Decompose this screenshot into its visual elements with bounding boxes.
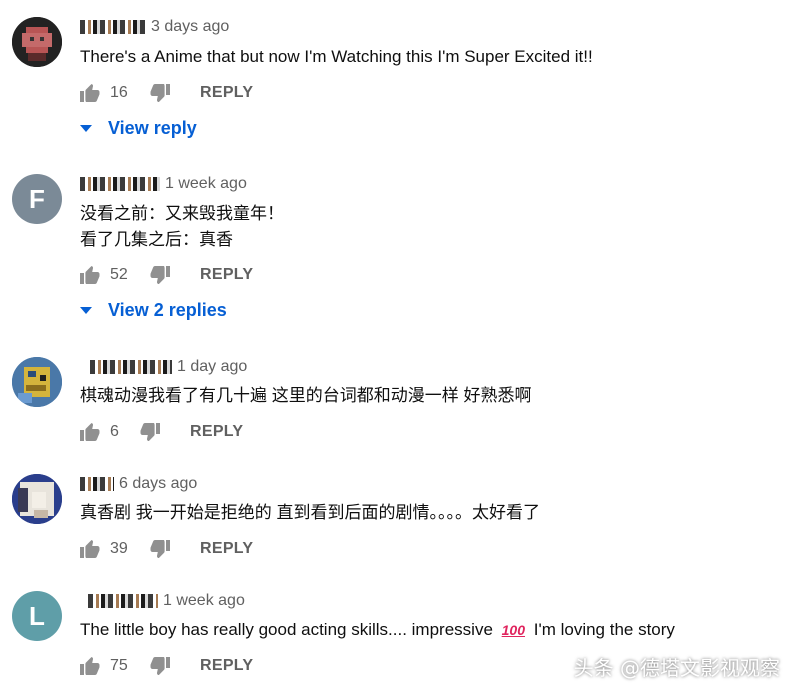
thumbs-up-icon[interactable] xyxy=(80,657,100,675)
comment-timestamp[interactable]: 1 day ago xyxy=(177,358,247,376)
thumbs-down-icon[interactable] xyxy=(150,540,170,558)
avatar[interactable]: L xyxy=(12,591,62,641)
like-count: 39 xyxy=(110,540,128,557)
author-name-redacted[interactable] xyxy=(80,20,146,34)
comment-actions: 6 REPLY xyxy=(80,420,243,444)
comment-timestamp[interactable]: 1 week ago xyxy=(163,592,245,610)
reply-button[interactable]: REPLY xyxy=(200,540,253,558)
watermark: 头条 @德塔文影视观察 xyxy=(573,656,780,680)
thumbs-up-icon[interactable] xyxy=(80,423,100,441)
avatar[interactable] xyxy=(12,17,62,67)
like-count: 52 xyxy=(110,266,128,283)
reply-button[interactable]: REPLY xyxy=(200,657,253,675)
thumbs-down-icon[interactable] xyxy=(150,84,170,102)
author-name-redacted[interactable] xyxy=(80,477,114,491)
like-count: 16 xyxy=(110,84,128,101)
avatar[interactable]: F xyxy=(12,174,62,224)
reply-button[interactable]: REPLY xyxy=(190,423,243,441)
pixel-avatar-icon xyxy=(12,357,62,407)
reply-button[interactable]: REPLY xyxy=(200,266,253,284)
hundred-points-emoji-icon: 100 xyxy=(501,622,525,638)
thumbs-up-icon[interactable] xyxy=(80,540,100,558)
avatar[interactable] xyxy=(12,357,62,407)
comment-timestamp[interactable]: 1 week ago xyxy=(165,175,247,193)
like-count: 6 xyxy=(110,423,119,440)
view-replies-label: View 2 replies xyxy=(108,300,227,320)
thumbs-up-icon[interactable] xyxy=(80,84,100,102)
view-replies-button[interactable]: View reply xyxy=(80,118,197,139)
comment-text-line: 看了几集之后：真香 xyxy=(80,230,233,249)
thumbs-up-icon[interactable] xyxy=(80,266,100,284)
pixel-avatar-icon xyxy=(12,17,62,67)
avatar[interactable] xyxy=(12,474,62,524)
chevron-down-icon xyxy=(80,125,92,132)
thumbs-down-icon[interactable] xyxy=(150,657,170,675)
comment-text-part: The little boy has really good acting sk… xyxy=(80,620,493,639)
thumbs-down-icon[interactable] xyxy=(140,423,160,441)
thumbs-down-icon[interactable] xyxy=(150,266,170,284)
author-name-redacted[interactable] xyxy=(88,594,158,608)
comment-timestamp[interactable]: 6 days ago xyxy=(119,475,197,493)
comment-text: 棋魂动漫我看了有几十遍 这里的台词都和动漫一样 好熟悉啊 xyxy=(80,386,532,405)
pixel-avatar-icon xyxy=(12,474,62,524)
comment-text-line: 没看之前：又来毁我童年！ xyxy=(80,204,284,223)
comment-text: 真香剧 我一开始是拒绝的 直到看到后面的剧情。。。。太好看了 xyxy=(80,503,540,522)
author-name-redacted[interactable] xyxy=(90,360,172,374)
comment-actions: 39 REPLY xyxy=(80,537,253,561)
avatar-letter: F xyxy=(29,183,45,214)
chevron-down-icon xyxy=(80,307,92,314)
comment-actions: 52 REPLY xyxy=(80,263,253,287)
comment-actions: 16 REPLY xyxy=(80,81,253,105)
comment-text: There's a Anime that but now I'm Watchin… xyxy=(80,47,593,66)
like-count: 75 xyxy=(110,657,128,674)
comment-text: The little boy has really good acting sk… xyxy=(80,616,675,644)
view-replies-button[interactable]: View 2 replies xyxy=(80,300,227,321)
author-name-redacted[interactable] xyxy=(80,177,160,191)
comment-actions: 75 REPLY xyxy=(80,654,253,678)
reply-button[interactable]: REPLY xyxy=(200,84,253,102)
comment-text-part: I'm loving the story xyxy=(533,620,675,639)
view-replies-label: View reply xyxy=(108,118,197,138)
avatar-letter: L xyxy=(29,600,45,631)
comment-timestamp[interactable]: 3 days ago xyxy=(151,18,229,36)
